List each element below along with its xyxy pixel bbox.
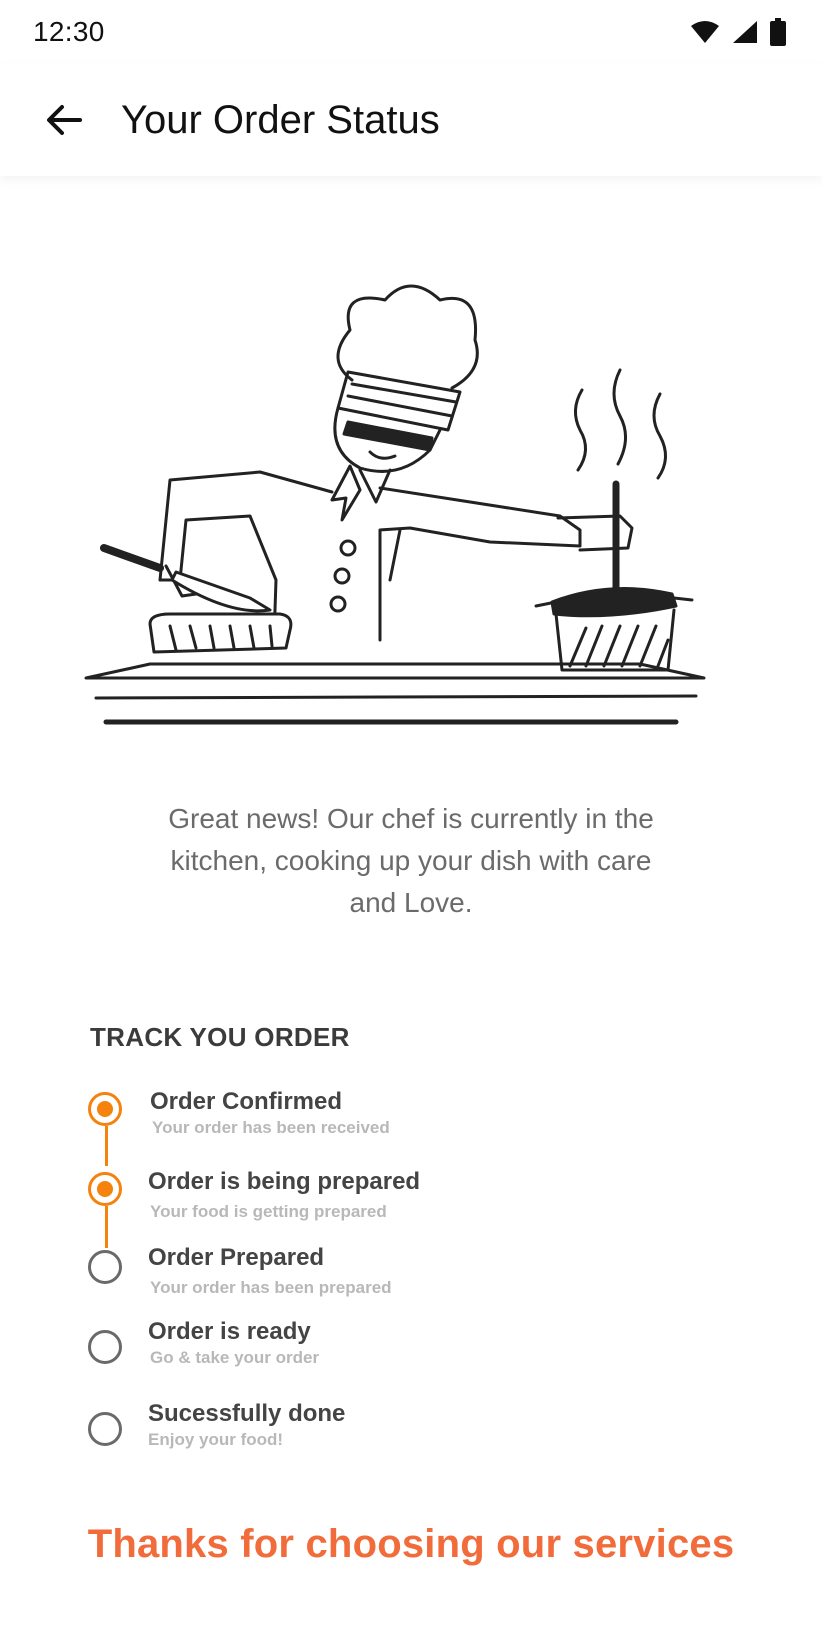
step-indicator-pending xyxy=(88,1330,122,1364)
timeline-step-prepared: Order Prepared Your order has been prepa… xyxy=(86,1244,736,1308)
order-timeline: Order Confirmed Your order has been rece… xyxy=(86,1088,736,1468)
status-time: 12:30 xyxy=(33,16,105,47)
back-button[interactable] xyxy=(38,94,90,146)
page-title: Your Order Status xyxy=(121,98,440,142)
step-subtitle: Enjoy your food! xyxy=(148,1430,284,1449)
step-subtitle: Go & take your order xyxy=(150,1348,320,1367)
step-subtitle: Your order has been prepared xyxy=(150,1278,392,1297)
step-title: Order is being prepared xyxy=(148,1168,421,1195)
step-indicator-done xyxy=(88,1172,122,1206)
track-order-heading: TRACK YOU ORDER xyxy=(90,1022,350,1052)
status-message: Great news! Our chef is currently in the… xyxy=(168,803,654,918)
timeline-step-preparing: Order is being prepared Your food is get… xyxy=(86,1168,736,1228)
thanks-message: Thanks for choosing our services xyxy=(87,1522,735,1566)
step-title: Order Confirmed xyxy=(150,1088,343,1115)
status-bar: 12:30 xyxy=(0,0,822,64)
timeline-step-confirmed: Order Confirmed Your order has been rece… xyxy=(86,1088,736,1148)
step-subtitle: Your order has been received xyxy=(152,1118,390,1137)
chef-cooking-illustration xyxy=(84,284,706,725)
step-subtitle: Your food is getting prepared xyxy=(150,1202,387,1221)
step-indicator-done xyxy=(88,1092,122,1126)
wifi-icon xyxy=(691,21,719,43)
status-icons xyxy=(690,18,786,46)
step-title: Order is ready xyxy=(148,1318,311,1345)
timeline-step-done: Sucessfully done Enjoy your food! xyxy=(86,1400,736,1468)
battery-icon xyxy=(770,18,786,46)
timeline-step-ready: Order is ready Go & take your order xyxy=(86,1318,736,1388)
step-indicator-pending xyxy=(88,1412,122,1446)
step-title: Sucessfully done xyxy=(148,1400,346,1427)
app-bar: Your Order Status xyxy=(0,64,822,176)
cell-signal-icon xyxy=(733,21,757,43)
step-indicator-pending xyxy=(88,1250,122,1284)
back-arrow-icon xyxy=(47,105,82,135)
step-title: Order Prepared xyxy=(148,1244,325,1271)
